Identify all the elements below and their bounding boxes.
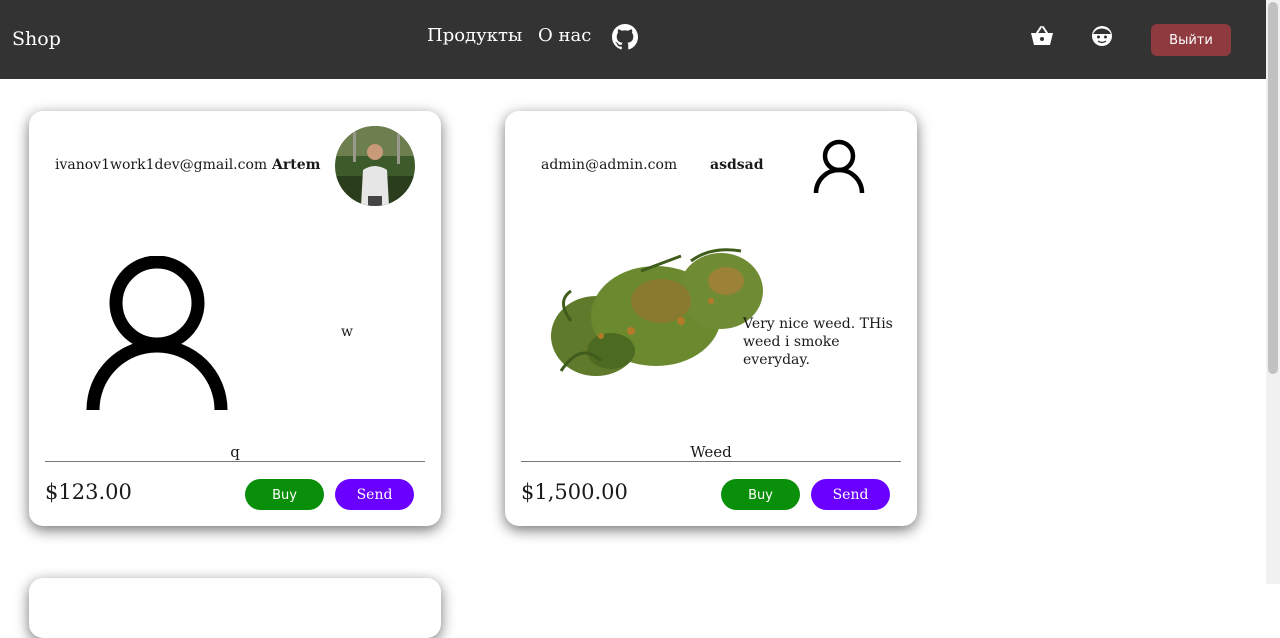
divider [521,461,901,462]
product-card [29,578,441,638]
person-icon [86,256,228,411]
seller-username: asdsad [710,157,764,173]
face-icon[interactable] [1091,25,1113,47]
logout-button[interactable]: Выйти [1151,24,1231,56]
product-price: $1,500.00 [521,480,628,504]
send-button[interactable]: Send [811,479,890,510]
product-description: Very nice weed. THis weed i smoke everyd… [743,316,893,368]
user-photo-avatar [335,126,415,206]
brand-link[interactable]: Shop [12,28,61,50]
product-card: admin@admin.com asdsad Very nice weed. T… [505,111,917,526]
nav-products-link[interactable]: Продукты [427,25,522,46]
send-button[interactable]: Send [335,479,414,510]
buy-button[interactable]: Buy [721,479,800,510]
github-icon[interactable] [612,24,638,50]
nav-about-link[interactable]: О нас [538,25,591,46]
seller-email: ivanov1work1dev@gmail.com [55,157,268,173]
weed-photo [551,248,763,376]
seller-email: admin@admin.com [541,157,678,173]
product-description: w [341,324,353,340]
basket-icon[interactable] [1030,25,1054,47]
product-card: ivanov1work1dev@gmail.com Artem w q $123… [29,111,441,526]
navbar: Shop Продукты О нас Выйти [0,0,1266,79]
product-name: q [230,443,240,461]
divider [45,461,425,462]
seller-username: Artem [272,157,321,173]
product-name: Weed [690,443,732,461]
scrollbar-thumb[interactable] [1268,2,1278,374]
product-price: $123.00 [45,480,132,504]
buy-button[interactable]: Buy [245,479,324,510]
person-avatar-icon [813,139,865,194]
